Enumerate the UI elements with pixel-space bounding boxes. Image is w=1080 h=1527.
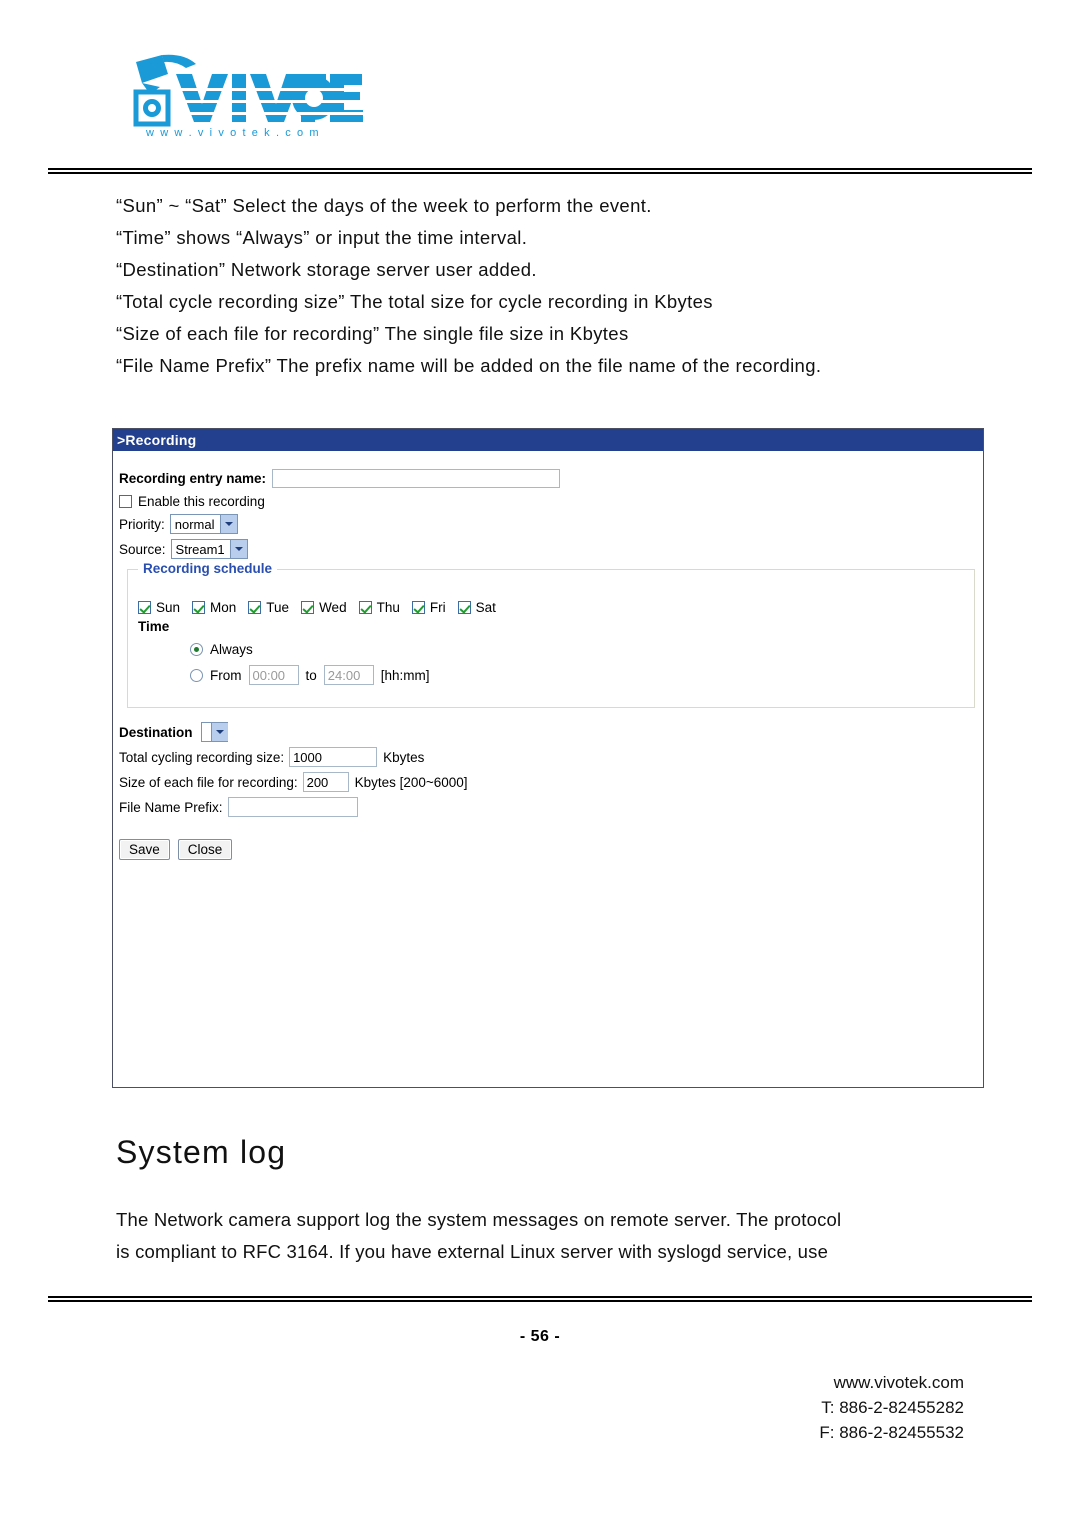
destination-select[interactable] [200, 722, 228, 742]
file-name-prefix-row: File Name Prefix: [119, 797, 983, 817]
each-file-size-label: Size of each file for recording: [119, 774, 298, 790]
weekday-sun[interactable]: Sun [138, 600, 180, 615]
time-section-label: Time [138, 619, 170, 634]
logo-tagline: w w w . v i v o t e k . c o m [145, 127, 320, 139]
header-divider [48, 168, 1032, 174]
each-file-size-input[interactable] [302, 772, 349, 792]
description-line-6: “File Name Prefix” The prefix name will … [116, 355, 822, 376]
file-name-prefix-label: File Name Prefix: [119, 799, 223, 815]
system-log-paragraph: The Network camera support log the syste… [116, 1204, 1006, 1268]
enable-recording-checkbox[interactable] [119, 495, 132, 508]
each-file-size-unit: Kbytes [200~6000] [354, 774, 468, 790]
recording-entry-name-input[interactable] [272, 469, 561, 488]
priority-row: Priority: normal [119, 514, 983, 534]
footer-contact: www.vivotek.com T: 886-2-82455282 F: 886… [819, 1370, 964, 1445]
total-cycling-size-unit: Kbytes [383, 749, 425, 765]
weekday-tue[interactable]: Tue [248, 600, 289, 615]
total-cycling-size-input[interactable] [289, 747, 378, 767]
recording-entry-name-label: Recording entry name: [119, 471, 267, 486]
weekday-fri[interactable]: Fri [411, 600, 446, 615]
weekday-mon[interactable]: Mon [192, 600, 236, 615]
weekday-sat[interactable]: Sat [457, 600, 496, 615]
time-from-input[interactable] [248, 665, 299, 685]
priority-label: Priority: [119, 516, 165, 532]
enable-recording-row[interactable]: Enable this recording [119, 494, 983, 509]
destination-row: Destination [119, 722, 983, 742]
time-always-label: Always [210, 642, 253, 657]
time-interval-radio[interactable] [190, 668, 203, 682]
recording-entry-name-row: Recording entry name: [119, 469, 983, 488]
total-cycling-size-label: Total cycling recording size: [119, 749, 285, 765]
source-select-value: Stream1 [175, 541, 225, 557]
footer-divider [48, 1296, 1032, 1302]
time-to-label: to [305, 667, 317, 683]
each-file-size-row: Size of each file for recording: Kbytes … [119, 772, 983, 792]
time-always-option[interactable]: Always [190, 642, 964, 657]
weekday-thu[interactable]: Thu [358, 600, 400, 615]
weekday-tue-label: Tue [266, 600, 290, 615]
weekday-checkbox-row: Sun Mon Tue Wed Thu Fri Sat [138, 600, 964, 615]
weekday-fri-label: Fri [429, 600, 446, 615]
system-log-paragraph-line-1: The Network camera support log the syste… [116, 1209, 842, 1230]
weekday-sun-label: Sun [156, 600, 181, 615]
footer-website: www.vivotek.com [833, 1373, 964, 1392]
description-line-4: “Total cycle recording size” The total s… [116, 291, 713, 312]
panel-title: >Recording [113, 429, 983, 451]
recording-panel: >Recording Recording entry name: Enable … [112, 428, 984, 1088]
footer-fax: F: 886-2-82455532 [819, 1423, 964, 1442]
chevron-down-icon[interactable] [229, 540, 247, 558]
weekday-mon-label: Mon [210, 600, 237, 615]
total-cycling-size-row: Total cycling recording size: Kbytes [119, 747, 983, 767]
description-line-3: “Destination” Network storage server use… [116, 259, 537, 280]
priority-select[interactable]: normal [169, 514, 238, 534]
system-log-paragraph-line-2: is compliant to RFC 3164. If you have ex… [116, 1241, 829, 1262]
save-button[interactable]: Save [119, 839, 170, 860]
panel-action-buttons: Save Close [119, 839, 983, 860]
weekday-sun-checkbox[interactable] [138, 601, 151, 614]
description-list: “Sun” ~ “Sat” Select the days of the wee… [116, 190, 1016, 382]
description-line-2: “Time” shows “Always” or input the time … [116, 227, 528, 248]
vivotek-logo-svg: w w w . v i v o t e k . c o m [133, 54, 366, 139]
enable-recording-label: Enable this recording [138, 494, 265, 509]
destination-label: Destination [119, 724, 193, 740]
description-line-1: “Sun” ~ “Sat” Select the days of the wee… [116, 195, 652, 216]
time-interval-option[interactable]: From to [hh:mm] [190, 665, 964, 685]
page-title-system-log: System log [116, 1134, 287, 1170]
weekday-sat-label: Sat [475, 600, 496, 615]
weekday-fri-checkbox[interactable] [411, 601, 425, 614]
weekday-wed-label: Wed [319, 600, 347, 615]
description-line-5: “Size of each file for recording” The si… [116, 323, 629, 344]
priority-select-value: normal [174, 516, 215, 532]
file-name-prefix-input[interactable] [227, 797, 358, 817]
weekday-tue-checkbox[interactable] [248, 601, 262, 614]
time-always-radio[interactable] [190, 643, 203, 656]
footer-telephone: T: 886-2-82455282 [821, 1398, 964, 1417]
source-label: Source: [119, 541, 166, 557]
weekday-wed[interactable]: Wed [301, 600, 347, 615]
weekday-thu-label: Thu [376, 600, 400, 615]
close-button[interactable]: Close [177, 839, 233, 860]
weekday-wed-checkbox[interactable] [301, 601, 315, 614]
panel-body: Recording entry name: Enable this record… [113, 451, 983, 860]
chevron-down-icon[interactable] [219, 515, 237, 533]
recording-schedule-fieldset: Recording schedule Sun Mon Tue Wed Thu F… [127, 561, 975, 708]
time-format-hint: [hh:mm] [380, 667, 430, 683]
weekday-thu-checkbox[interactable] [358, 601, 372, 614]
weekday-sat-checkbox[interactable] [457, 601, 471, 614]
chevron-down-icon[interactable] [210, 723, 228, 741]
page-number: - 56 - [519, 1328, 561, 1345]
vivotek-logo: w w w . v i v o t e k . c o m [118, 52, 368, 140]
source-select[interactable]: Stream1 [170, 539, 248, 559]
weekday-mon-checkbox[interactable] [192, 601, 206, 614]
time-from-label: From [210, 667, 242, 683]
time-to-input[interactable] [323, 665, 374, 685]
source-row: Source: Stream1 [119, 539, 983, 559]
recording-schedule-legend: Recording schedule [138, 561, 278, 576]
